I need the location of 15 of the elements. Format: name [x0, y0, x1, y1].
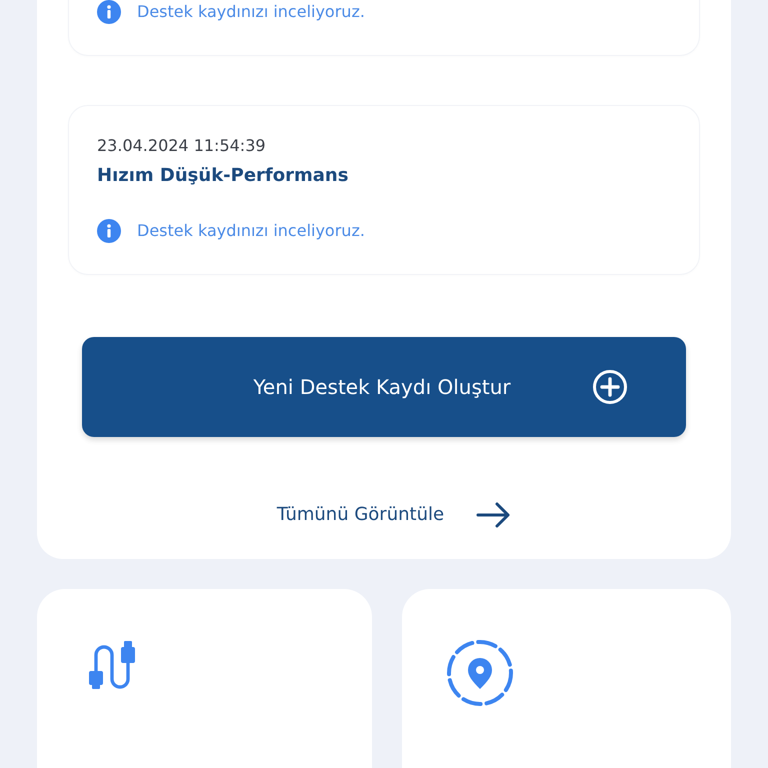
ticket-date: 23.04.2024 11:54:39	[97, 136, 267, 156]
ticket-title: Hızım Düşük-Performans	[97, 165, 350, 187]
plus-icon	[592, 368, 628, 405]
info-icon	[97, 218, 121, 243]
service-card[interactable]	[37, 588, 372, 768]
ticket-card[interactable]: 23.04.2024 11:54:39 Hızım Düşük-Performans Destek kaydınızı inceliyoruz.	[68, 105, 700, 275]
arrow-right-icon	[476, 500, 512, 529]
info-icon	[97, 0, 121, 24]
location-icon	[446, 638, 514, 707]
service-card[interactable]	[402, 588, 731, 768]
ticket-status: Destek kaydınızı inceliyoruz.	[137, 220, 365, 242]
cable-icon	[87, 638, 137, 691]
new-ticket-button[interactable]: Yeni Destek Kaydı Oluştur	[82, 336, 686, 437]
ticket-status: Destek kaydınızı inceliyoruz.	[137, 1, 365, 23]
view-all-link[interactable]: Tümünü Görüntüle	[276, 501, 444, 528]
